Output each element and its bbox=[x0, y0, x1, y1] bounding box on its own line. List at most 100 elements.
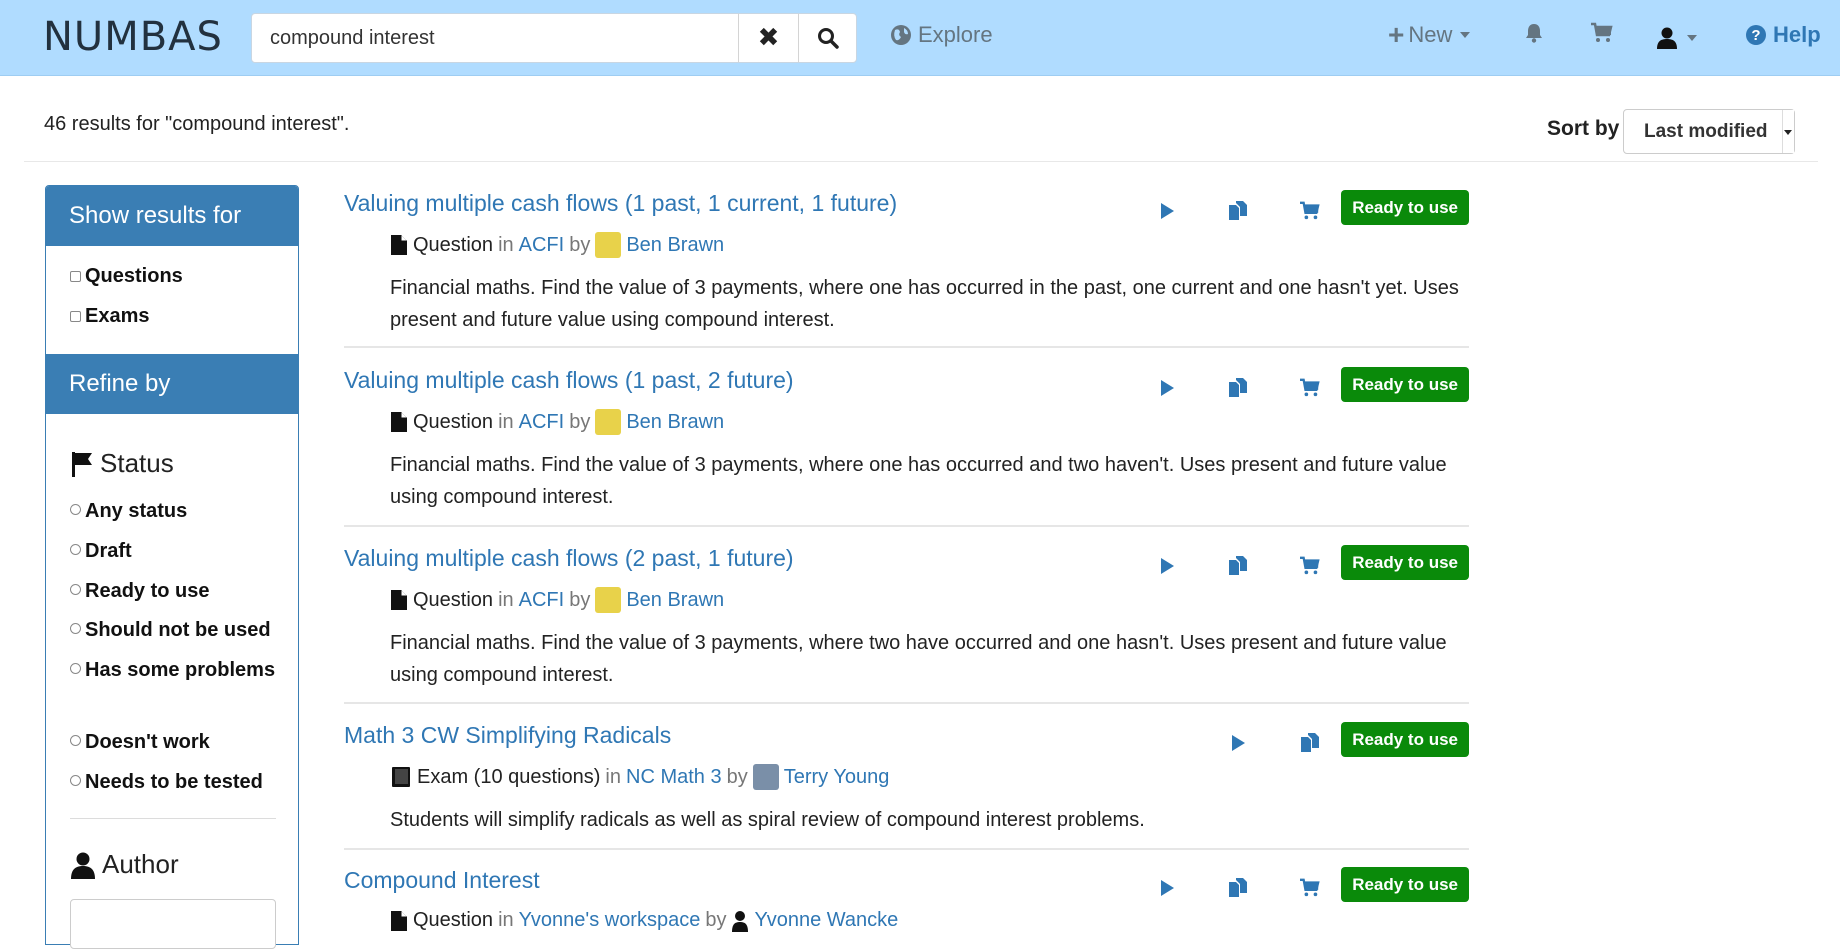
copy-button[interactable] bbox=[1223, 873, 1253, 903]
add-to-basket-button[interactable] bbox=[1295, 873, 1325, 903]
nav-new-dropdown[interactable]: + New bbox=[1388, 21, 1471, 49]
checkbox[interactable] bbox=[70, 271, 81, 282]
play-icon bbox=[1161, 203, 1174, 219]
divider bbox=[344, 346, 1469, 348]
in-text: in bbox=[605, 765, 621, 788]
divider bbox=[344, 525, 1469, 527]
chevron-down-icon bbox=[1460, 32, 1471, 38]
preview-button[interactable] bbox=[1152, 873, 1182, 903]
author-link[interactable]: Ben Brawn bbox=[626, 234, 724, 257]
filter-exams-checkbox[interactable]: Exams bbox=[70, 305, 150, 328]
radio-button[interactable] bbox=[70, 775, 81, 787]
result-title-link[interactable]: Valuing multiple cash flows (2 past, 1 f… bbox=[344, 545, 794, 572]
project-link[interactable]: ACFI bbox=[519, 589, 565, 612]
radio-button[interactable] bbox=[70, 584, 81, 596]
play-icon bbox=[1232, 735, 1245, 751]
status-has-problems-radio[interactable]: Has some problems bbox=[70, 654, 290, 686]
status-badge: Ready to use bbox=[1341, 367, 1469, 402]
result-meta: Question in ACFI by Ben Brawn bbox=[390, 232, 724, 258]
copy-button[interactable] bbox=[1223, 373, 1253, 403]
radio-button[interactable] bbox=[70, 544, 81, 556]
show-results-header: Show results for bbox=[46, 186, 298, 246]
filter-questions-checkbox[interactable]: Questions bbox=[70, 265, 183, 288]
copy-button[interactable] bbox=[1295, 728, 1325, 758]
copy-icon bbox=[1229, 556, 1247, 575]
radio-button[interactable] bbox=[70, 504, 81, 516]
filter-sidebar: Show results for Questions Exams Refine … bbox=[45, 185, 299, 949]
status-draft-radio[interactable]: Draft bbox=[70, 535, 290, 567]
radio-button[interactable] bbox=[70, 663, 81, 675]
project-link[interactable]: Yvonne's workspace bbox=[519, 909, 701, 932]
status-ready-radio[interactable]: Ready to use bbox=[70, 575, 290, 607]
nav-explore[interactable]: Explore bbox=[890, 22, 993, 48]
radio-button[interactable] bbox=[70, 735, 81, 747]
by-text: by bbox=[569, 588, 591, 611]
project-link[interactable]: NC Math 3 bbox=[626, 766, 722, 789]
copy-button[interactable] bbox=[1223, 196, 1253, 226]
play-icon bbox=[1161, 558, 1174, 574]
sort-select[interactable]: Last modified bbox=[1623, 109, 1795, 154]
status-label: Doesn't work bbox=[85, 731, 210, 753]
nav-help-label: Help bbox=[1773, 22, 1821, 47]
project-link[interactable]: ACFI bbox=[519, 411, 565, 434]
user-icon bbox=[1657, 27, 1677, 49]
notifications-button[interactable] bbox=[1523, 22, 1545, 49]
status-any-radio[interactable]: Any status bbox=[70, 495, 290, 527]
nav-help[interactable]: ? Help bbox=[1745, 22, 1821, 48]
chevron-down-icon bbox=[1687, 35, 1697, 41]
status-should-not-be-used-radio[interactable]: Should not be used bbox=[70, 614, 290, 646]
cart-icon bbox=[1591, 22, 1613, 42]
result-kind: Exam (10 questions) bbox=[417, 765, 601, 788]
user-menu-dropdown[interactable] bbox=[1655, 26, 1697, 50]
refine-header: Refine by bbox=[46, 354, 298, 414]
result-title-link[interactable]: Valuing multiple cash flows (1 past, 1 c… bbox=[344, 190, 897, 217]
copy-icon bbox=[1229, 201, 1247, 220]
clear-search-button[interactable]: ✖ bbox=[738, 14, 798, 62]
copy-icon bbox=[1229, 378, 1247, 397]
chevron-down-icon bbox=[1782, 110, 1794, 153]
result-title-link[interactable]: Valuing multiple cash flows (1 past, 2 f… bbox=[344, 367, 794, 394]
add-to-basket-button[interactable] bbox=[1295, 551, 1325, 581]
status-doesnt-work-radio[interactable]: Doesn't work bbox=[70, 726, 290, 758]
search-button[interactable] bbox=[798, 14, 857, 62]
author-link[interactable]: Yvonne Wancke bbox=[754, 909, 898, 932]
bell-icon bbox=[1526, 24, 1542, 43]
author-input[interactable] bbox=[70, 899, 276, 949]
in-text: in bbox=[498, 410, 514, 433]
author-link[interactable]: Terry Young bbox=[784, 766, 890, 789]
results-count: 46 results for "compound interest". bbox=[44, 113, 350, 135]
add-to-basket-button[interactable] bbox=[1295, 373, 1325, 403]
author-link[interactable]: Ben Brawn bbox=[626, 589, 724, 612]
brand-logo[interactable]: NUMBAS bbox=[43, 14, 223, 60]
list-item: Valuing multiple cash flows (1 past, 1 c… bbox=[344, 190, 1469, 348]
status-label: Should not be used bbox=[85, 619, 271, 641]
checkbox[interactable] bbox=[70, 311, 81, 322]
cart-icon bbox=[1300, 556, 1320, 575]
file-icon bbox=[391, 910, 407, 931]
preview-button[interactable] bbox=[1152, 373, 1182, 403]
status-needs-testing-radio[interactable]: Needs to be tested bbox=[70, 766, 290, 798]
preview-button[interactable] bbox=[1223, 728, 1253, 758]
basket-button[interactable] bbox=[1590, 22, 1614, 49]
preview-button[interactable] bbox=[1152, 551, 1182, 581]
author-link[interactable]: Ben Brawn bbox=[626, 411, 724, 434]
copy-button[interactable] bbox=[1223, 551, 1253, 581]
search-input[interactable] bbox=[252, 14, 738, 62]
flag-icon bbox=[72, 451, 92, 477]
status-label: Has some problems bbox=[85, 659, 276, 681]
result-meta: Question in ACFI by Ben Brawn bbox=[390, 587, 724, 613]
result-title-link[interactable]: Compound Interest bbox=[344, 867, 540, 894]
radio-button[interactable] bbox=[70, 623, 81, 635]
avatar bbox=[752, 764, 779, 790]
add-to-basket-button[interactable] bbox=[1295, 196, 1325, 226]
search-icon bbox=[818, 28, 839, 49]
by-text: by bbox=[569, 410, 591, 433]
by-text: by bbox=[726, 765, 748, 788]
filter-questions-label: Questions bbox=[85, 265, 183, 287]
preview-button[interactable] bbox=[1152, 196, 1182, 226]
play-icon bbox=[1161, 880, 1174, 896]
status-badge: Ready to use bbox=[1341, 545, 1469, 580]
status-label: Ready to use bbox=[85, 580, 210, 602]
result-title-link[interactable]: Math 3 CW Simplifying Radicals bbox=[344, 722, 671, 749]
project-link[interactable]: ACFI bbox=[519, 234, 565, 257]
